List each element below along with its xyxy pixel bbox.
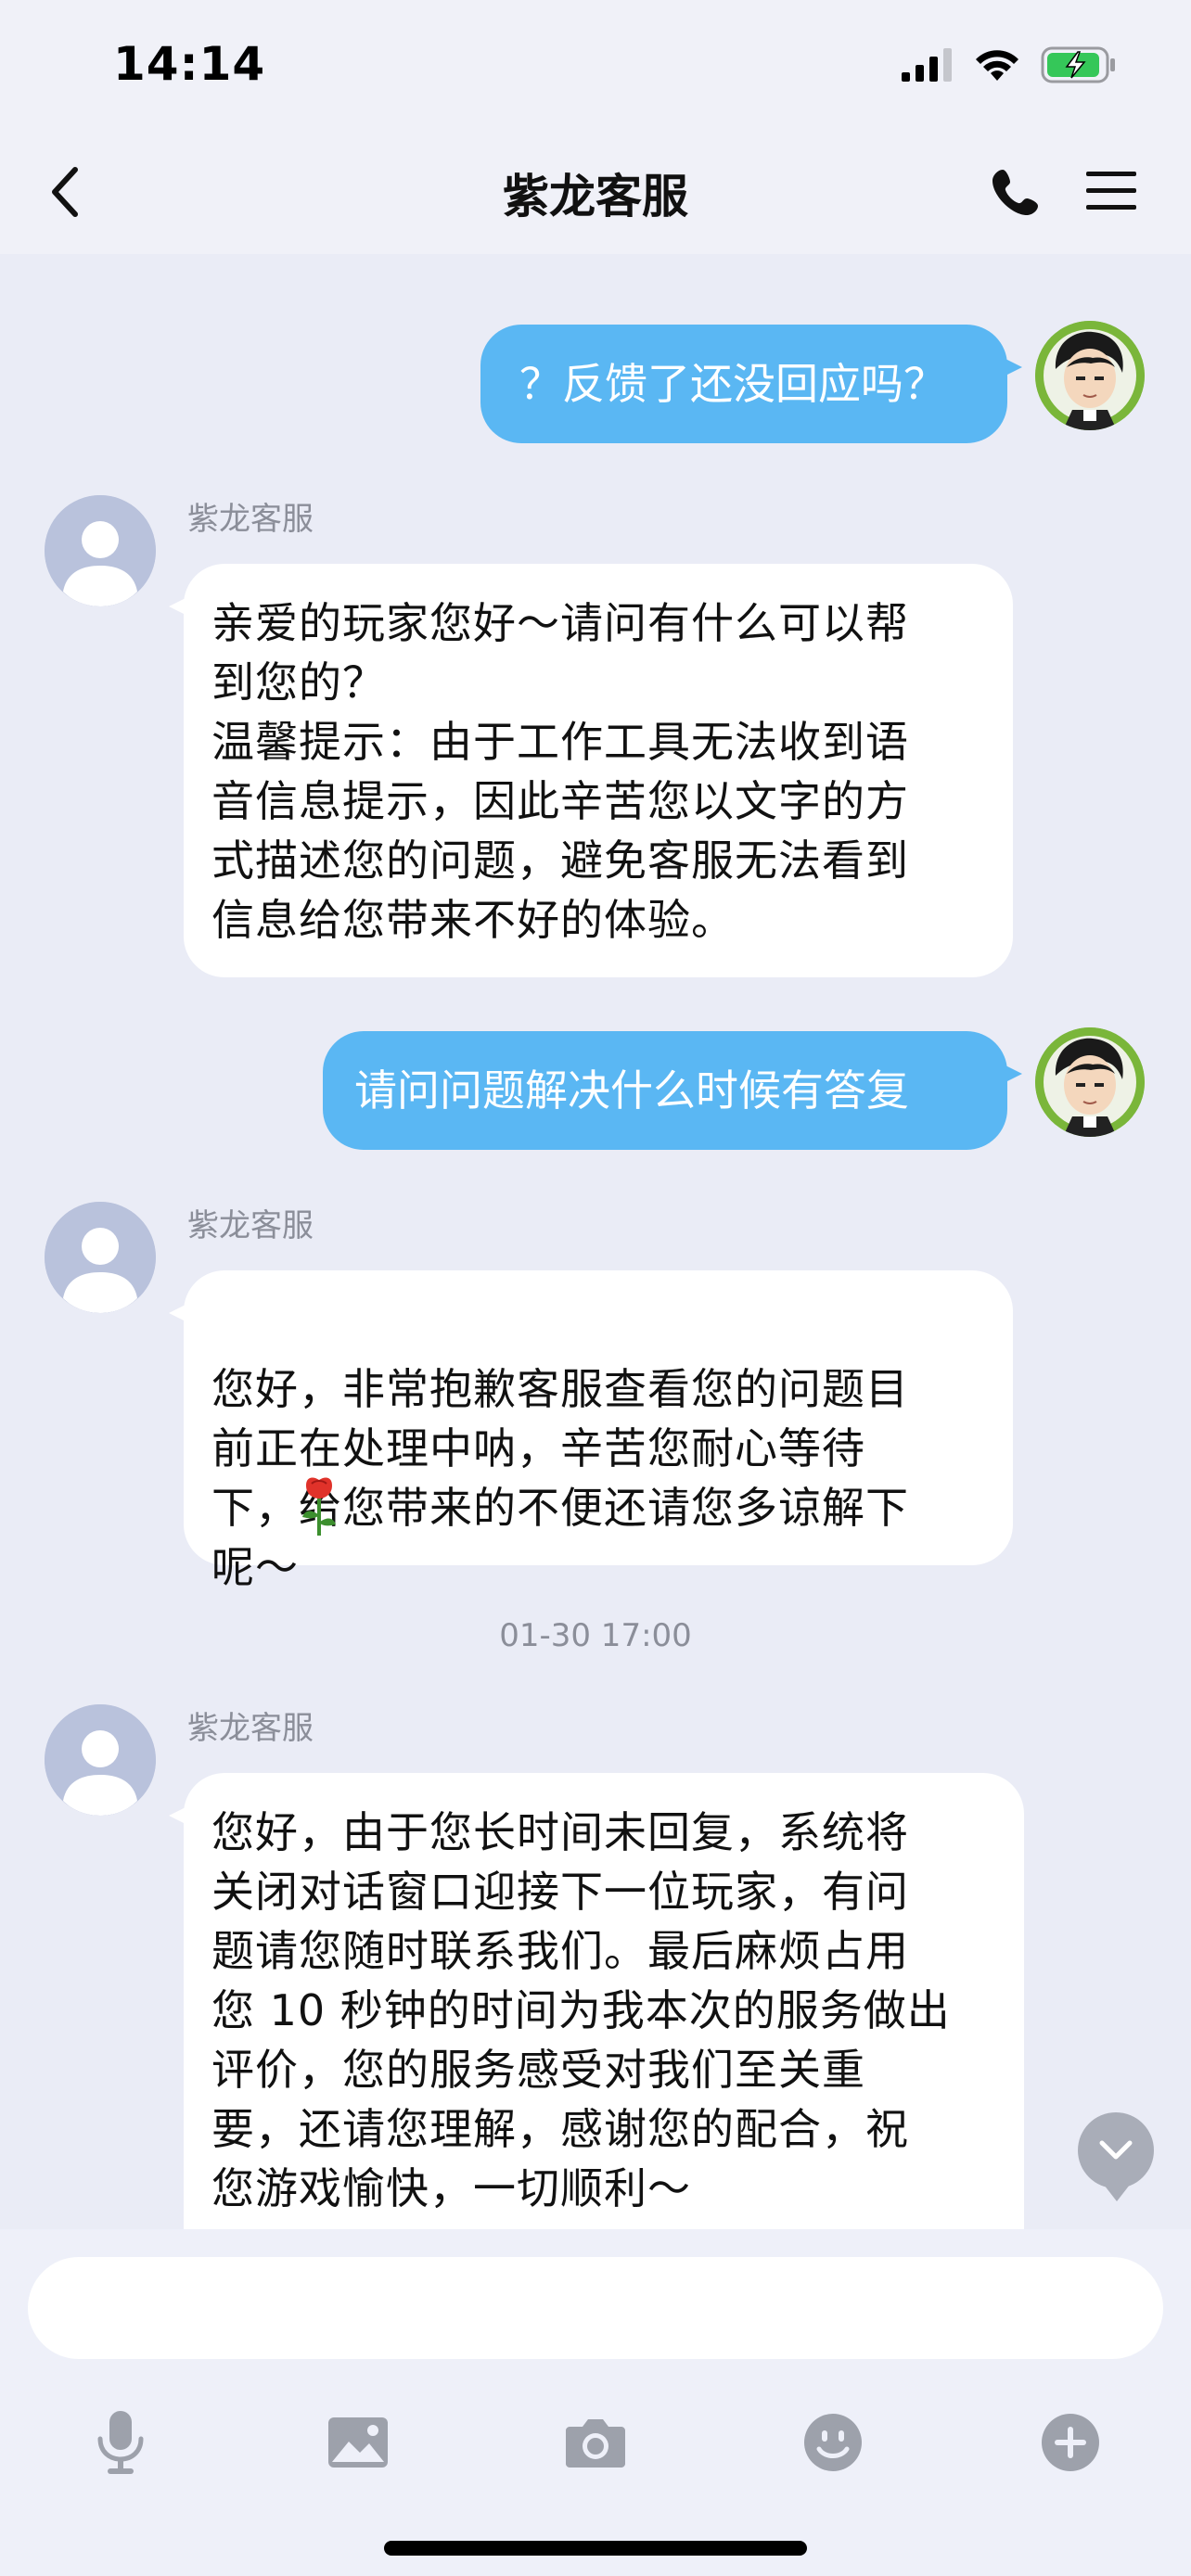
status-icons <box>902 46 1117 83</box>
camera-icon <box>566 2419 625 2468</box>
scroll-to-bottom-button[interactable] <box>1078 2112 1154 2201</box>
agent-avatar[interactable] <box>45 1202 156 1313</box>
sender-name: 紫龙客服 <box>187 501 314 538</box>
message-input[interactable] <box>28 2257 1163 2359</box>
menu-button[interactable] <box>1082 161 1141 221</box>
agent-avatar[interactable] <box>45 1704 156 1816</box>
chevron-down-icon <box>1099 2140 1133 2160</box>
status-time: 14:14 <box>113 37 266 91</box>
rose-icon <box>302 1477 336 1536</box>
microphone-icon <box>97 2411 144 2474</box>
outgoing-message-bubble[interactable]: 请问问题解决什么时候有答复 <box>323 1031 1022 1150</box>
more-button[interactable] <box>1033 2405 1108 2480</box>
sender-name: 紫龙客服 <box>187 1710 314 1747</box>
input-toolbar <box>0 2405 1191 2498</box>
chat-area[interactable]: ？反馈了还没回应吗？ 紫龙客服 亲爱的玩家您好～请问有什么可以帮 到您的？ 温馨… <box>0 254 1191 2229</box>
wifi-icon <box>976 50 1018 81</box>
agent-avatar[interactable] <box>45 495 156 606</box>
voice-button[interactable] <box>83 2405 158 2480</box>
person-placeholder-icon <box>45 1704 156 1816</box>
home-indicator <box>384 2541 807 2556</box>
image-button[interactable] <box>321 2405 395 2480</box>
menu-icon <box>1086 172 1136 210</box>
camera-button[interactable] <box>558 2405 633 2480</box>
phone-icon <box>992 170 1038 215</box>
status-bar: 14:14 <box>0 0 1191 139</box>
emoji-icon <box>804 2414 862 2471</box>
nav-bar: 紫龙客服 <box>0 139 1191 254</box>
user-avatar[interactable] <box>1035 321 1145 430</box>
person-placeholder-icon <box>45 1202 156 1313</box>
call-button[interactable] <box>983 159 1048 224</box>
incoming-message-bubble[interactable]: 您好，由于您长时间未回复，系统将 关闭对话窗口迎接下一位玩家，有问 题请您随时联… <box>169 1773 1024 2229</box>
image-icon <box>328 2417 388 2468</box>
incoming-message-bubble[interactable]: 您好，非常抱歉客服查看您的问题目 前正在处理中呐，辛苦您耐心等待 下，给您带来的… <box>169 1270 1013 1592</box>
message-timestamp: 01-30 17:00 <box>499 1617 692 1654</box>
user-avatar-icon <box>1035 321 1145 430</box>
emoji-button[interactable] <box>796 2405 870 2480</box>
message-text: ？反馈了还没回应吗？ <box>519 359 946 409</box>
input-area <box>0 2229 1191 2576</box>
user-avatar-icon <box>1035 1027 1145 1137</box>
message-text: 请问问题解决什么时候有答复 <box>354 1065 909 1116</box>
outgoing-message-bubble[interactable]: ？反馈了还没回应吗？ <box>480 325 1022 443</box>
user-avatar[interactable] <box>1035 1027 1145 1137</box>
battery-charging-icon <box>1041 46 1115 83</box>
plus-icon <box>1042 2414 1099 2471</box>
incoming-message-bubble[interactable]: 亲爱的玩家您好～请问有什么可以帮 到您的？ 温馨提示：由于工作工具无法收到语 音… <box>169 564 1013 977</box>
cellular-signal-icon <box>902 48 952 82</box>
sender-name: 紫龙客服 <box>187 1207 314 1244</box>
person-placeholder-icon <box>45 495 156 606</box>
